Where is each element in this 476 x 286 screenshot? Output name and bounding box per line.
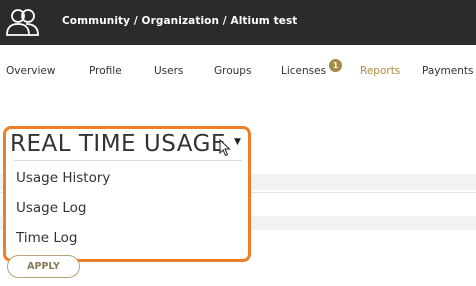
tab-groups[interactable]: Groups [214,65,251,77]
report-type-selected[interactable]: REAL TIME USAGE [10,131,226,157]
tab-licenses[interactable]: Licenses [281,65,326,77]
report-type-dropdown[interactable]: REAL TIME USAGE ▼ Usage History Usage Lo… [3,126,251,262]
option-usage-log[interactable]: Usage Log [16,200,86,216]
option-time-log[interactable]: Time Log [16,230,77,246]
licenses-count-badge: 1 [329,59,342,72]
chevron-down-icon[interactable]: ▼ [234,137,241,147]
tab-payments[interactable]: Payments [422,65,473,77]
community-users-icon[interactable] [4,5,42,39]
tab-users[interactable]: Users [154,65,183,77]
dropdown-divider [14,160,242,161]
breadcrumb: Community / Organization / Altium test [62,15,298,27]
option-usage-history[interactable]: Usage History [16,170,110,186]
tab-reports[interactable]: Reports [360,65,400,77]
tab-profile[interactable]: Profile [89,65,122,77]
tab-overview[interactable]: Overview [6,65,55,77]
mouse-pointer-icon [219,139,231,157]
apply-button[interactable]: APPLY [7,255,80,278]
top-header: Community / Organization / Altium test [0,0,476,45]
main-nav: Overview Profile Users Groups Licenses 1… [0,45,476,101]
